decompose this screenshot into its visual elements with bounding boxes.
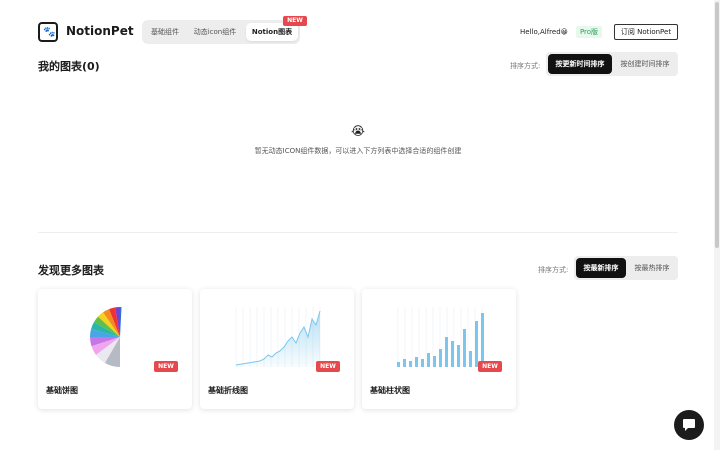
top-header: 🐾 NotionPet 基础组件 动态icon组件 Notion图表 NEW H… <box>0 0 720 52</box>
discover-title: 发现更多图表 <box>38 264 104 277</box>
chat-bubble-icon <box>683 419 695 431</box>
sort-by-hottest-button[interactable]: 按最热排序 <box>628 258 676 278</box>
tab-new-badge: NEW <box>283 16 307 26</box>
card-title: 基础饼图 <box>46 386 78 395</box>
logo-text[interactable]: NotionPet <box>66 24 134 38</box>
section-divider <box>38 232 678 233</box>
card-new-badge: NEW <box>478 361 502 372</box>
card-title: 基础折线图 <box>208 386 248 395</box>
sort-by-created-button[interactable]: 按创建时间排序 <box>614 54 676 74</box>
page-scrollbar[interactable] <box>714 0 720 450</box>
tab-dynamic-icon-components[interactable]: 动态icon组件 <box>190 23 240 41</box>
my-charts-sort-label: 排序方式: <box>510 62 541 70</box>
chat-support-button[interactable] <box>674 410 704 440</box>
scrollbar-thumb[interactable] <box>715 2 719 248</box>
chart-card-bar[interactable]: NEW 基础柱状图 <box>362 289 516 409</box>
card-title: 基础柱状图 <box>370 386 410 395</box>
my-charts-title: 我的图表(0) <box>38 60 100 73</box>
discover-sort-label: 排序方式: <box>538 266 569 274</box>
chart-card-line[interactable]: NEW 基础折线图 <box>200 289 354 409</box>
main-tabs: 基础组件 动态icon组件 Notion图表 <box>142 20 300 44</box>
subscribe-button[interactable]: 订阅 NotionPet <box>614 24 678 40</box>
my-charts-sort-group: 按更新时间排序 按创建时间排序 <box>546 52 678 76</box>
sort-by-updated-button[interactable]: 按更新时间排序 <box>548 54 612 74</box>
notionpet-logo-icon[interactable]: 🐾 <box>38 22 58 42</box>
discover-sort-group: 按最新排序 按最热排序 <box>574 256 678 280</box>
pro-plan-badge: Pro版 <box>576 26 602 38</box>
card-new-badge: NEW <box>154 361 178 372</box>
greeting-text: Hello,Alfred😀 <box>520 28 568 36</box>
tab-basic-components[interactable]: 基础组件 <box>146 23 184 41</box>
card-new-badge: NEW <box>316 361 340 372</box>
sort-by-newest-button[interactable]: 按最新排序 <box>576 258 626 278</box>
empty-state-emoji: 😭 <box>351 124 366 138</box>
empty-state-text: 暂无动态ICON组件数据，可以进入下方列表中选择合适的组件创建 <box>254 147 462 155</box>
chart-card-pie[interactable]: NEW 基础饼图 <box>38 289 192 409</box>
